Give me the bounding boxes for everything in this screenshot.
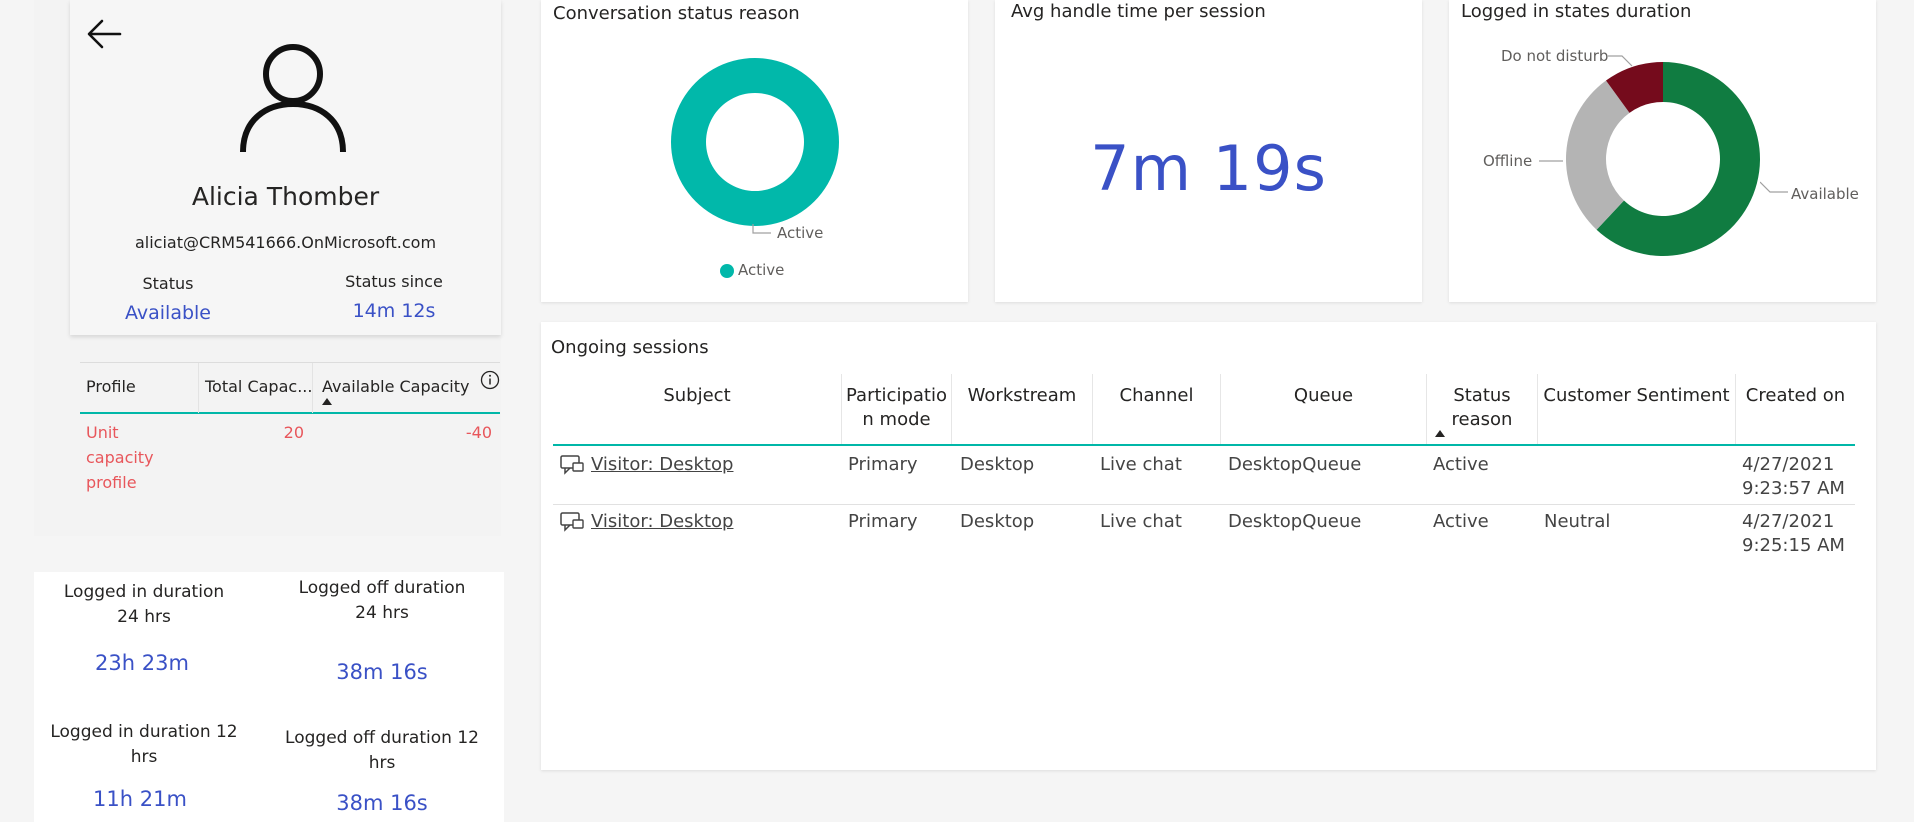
column-header-queue[interactable]: Queue [1221,384,1426,408]
session-subject-link[interactable]: Visitor: Desktop [591,453,733,477]
ongoing-sessions-title: Ongoing sessions [551,337,709,358]
logged-in-12h-label: Logged in duration 12 hrs [50,722,238,767]
logged-off-24h-label: Logged off duration 24 hrs [298,578,466,623]
donut-slice-label-do-not-disturb: Do not disturb [1501,47,1609,65]
session-queue: DesktopQueue [1228,454,1362,475]
leader-line [752,224,771,234]
status-value: Available [124,302,211,324]
column-header-workstream[interactable]: Workstream [952,384,1092,408]
session-mode: Primary [848,511,918,532]
session-subject-link[interactable]: Visitor: Desktop [591,510,733,534]
agent-email: aliciat@CRM541666.OnMicrosoft.com [134,233,437,252]
status-since-value: 14m 12s [352,300,436,322]
session-status: Active [1433,511,1489,532]
logged-in-24h-label: Logged in duration 24 hrs [63,582,225,627]
logged-off-12h-value: 38m 16s [336,791,428,815]
session-sentiment: Neutral [1544,511,1611,532]
capacity-table: Profile Total Capac... Available Capacit… [80,362,500,504]
legend-marker-active [720,264,734,278]
status-since-label: Status since [345,272,443,291]
column-header-total-capacity[interactable]: Total Capac... [205,377,312,396]
chat-session-icon [560,512,584,532]
column-header-status-reason[interactable]: Status reason [1427,384,1537,432]
session-channel: Live chat [1100,511,1182,532]
column-header-created-on[interactable]: Created on [1736,384,1855,408]
column-divider[interactable] [312,363,313,413]
session-workstream: Desktop [960,511,1035,532]
donut-slice-label-available: Available [1791,185,1859,203]
logged-in-12h-value: 11h 21m [93,787,187,811]
logged-in-states-title: Logged in states duration [1461,1,1692,22]
avg-handle-time-title: Avg handle time per session [1011,1,1266,22]
session-mode: Primary [848,454,918,475]
column-header-channel[interactable]: Channel [1093,384,1220,408]
logged-off-24h-value: 38m 16s [336,660,428,684]
conversation-status-donut[interactable] [660,50,850,240]
column-header-customer-sentiment[interactable]: Customer Sentiment [1538,384,1735,408]
column-header-profile[interactable]: Profile [86,377,136,396]
available-capacity-cell: -40 [465,423,492,442]
avg-handle-time-value: 7m 19s [1090,132,1327,205]
status-label: Status [142,274,194,293]
info-icon[interactable] [480,370,500,390]
session-queue: DesktopQueue [1228,511,1362,532]
column-divider[interactable] [198,363,199,413]
table-header-underline [553,444,1855,446]
donut-slice-label-offline: Offline [1483,152,1533,170]
logged-in-24h-value: 23h 23m [95,651,189,675]
capacity-table-header: Profile Total Capac... Available Capacit… [80,362,500,414]
leader-line [1539,160,1563,162]
table-row: Unit capacity profile 20 -40 [80,414,500,504]
legend-label-active[interactable]: Active [738,261,784,279]
session-status: Active [1433,454,1489,475]
column-header-subject[interactable]: Subject [553,384,841,408]
logged-off-12h-label: Logged off duration 12 hrs [285,728,479,773]
user-avatar-icon [240,44,346,153]
conversation-status-title: Conversation status reason [553,3,800,24]
session-created-on: 4/27/2021 9:23:57 AM [1742,454,1845,499]
back-arrow-icon[interactable] [84,14,124,54]
donut-slice-active[interactable] [670,58,839,226]
donut-slice-label-active: Active [777,224,824,242]
agent-name: Alicia Thomber [191,182,380,211]
column-header-participation-mode[interactable]: Participatio n mode [842,384,951,432]
total-capacity-cell: 20 [283,423,304,442]
session-created-on: 4/27/2021 9:25:15 AM [1742,511,1845,556]
leader-line [1608,55,1633,67]
sort-ascending-icon[interactable] [1435,430,1445,437]
row-divider [553,504,1855,505]
chat-session-icon [560,455,584,475]
session-workstream: Desktop [960,454,1035,475]
session-channel: Live chat [1100,454,1182,475]
leader-line [1760,181,1788,193]
column-header-available-capacity[interactable]: Available Capacity [322,377,469,396]
sort-ascending-icon[interactable] [322,398,332,405]
logged-in-states-donut[interactable] [1563,60,1763,260]
capacity-profile-cell: Unit capacity profile [86,423,154,492]
